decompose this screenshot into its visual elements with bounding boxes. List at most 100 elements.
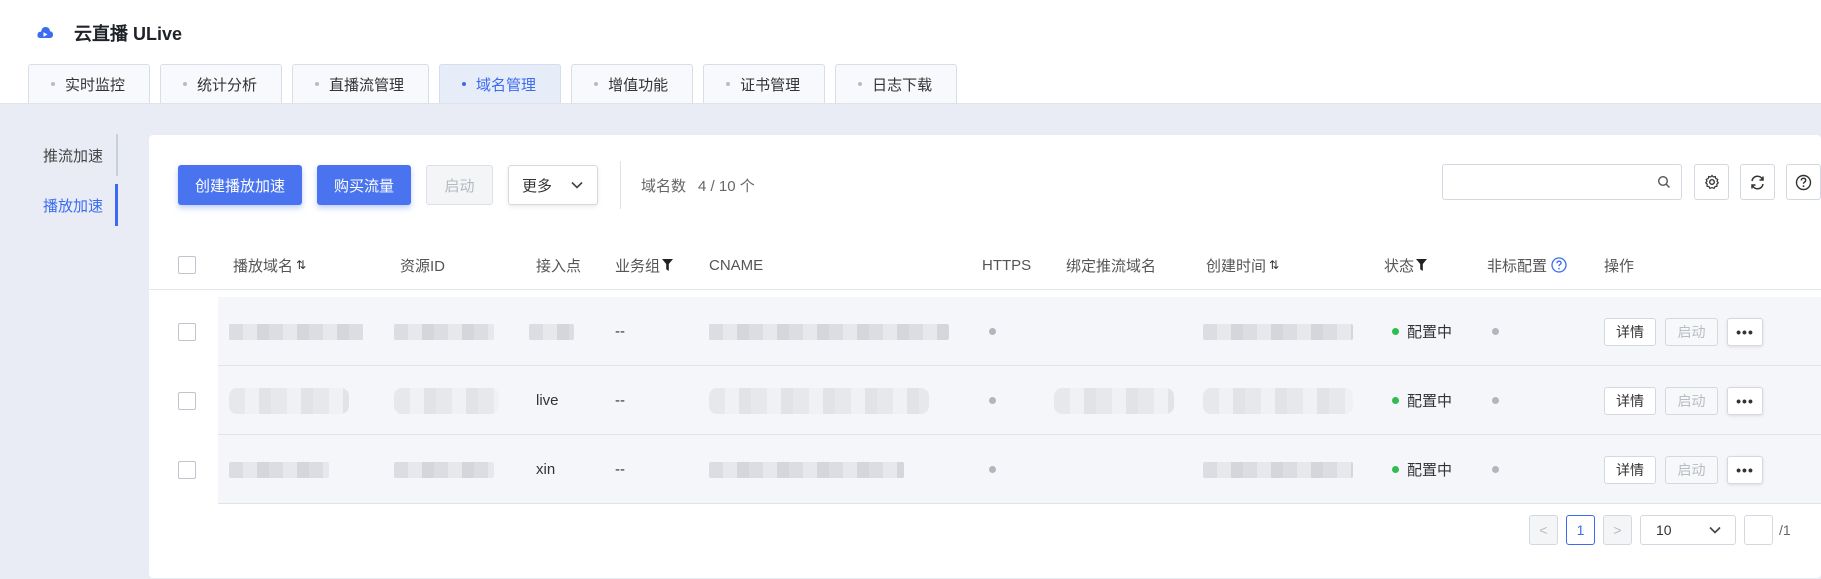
start-button[interactable]: 启动 [426, 165, 494, 205]
table-row: xin -- 配置中 详情 启动 ••• [149, 435, 1821, 504]
tab-dot [183, 82, 188, 86]
tab-label: 实时监控 [65, 76, 126, 94]
page-1-button[interactable]: 1 [1566, 515, 1595, 545]
create-play-acceleration-button[interactable]: 创建播放加速 [178, 165, 303, 205]
search-icon[interactable] [1657, 175, 1671, 189]
app-title: 云直播 ULive [36, 20, 182, 46]
filter-icon[interactable] [1416, 259, 1428, 271]
row-checkbox[interactable] [178, 322, 196, 341]
header-domain[interactable]: 播放域名 ⇅ [233, 240, 306, 290]
row-more-button[interactable]: ••• [1727, 455, 1763, 484]
tab-realtime-monitor[interactable]: 实时监控 [28, 64, 151, 103]
row-checkbox[interactable] [178, 391, 196, 410]
redacted-resource-id [394, 387, 499, 414]
cname-cell [709, 297, 949, 366]
redacted-resource-id [394, 323, 494, 340]
header-status[interactable]: 状态 [1384, 240, 1428, 290]
cname-cell [709, 366, 929, 435]
header-nonstandard-config: 非标配置 [1487, 240, 1567, 290]
cname-cell [709, 435, 904, 504]
chevron-down-icon [1709, 526, 1721, 534]
buy-traffic-button[interactable]: 购买流量 [317, 165, 412, 205]
group-cell: -- [615, 392, 625, 409]
tab-statistics[interactable]: 统计分析 [160, 64, 283, 103]
redacted-cname [709, 387, 929, 414]
tab-certificates[interactable]: 证书管理 [703, 64, 826, 103]
content-card: 创建播放加速 购买流量 启动 更多 域名数 4 / 10 个 播放域名 ⇅ 资源ID… [149, 135, 1821, 578]
help-circle-icon[interactable] [1551, 257, 1567, 273]
tab-dot [462, 82, 467, 86]
ops-cell: 详情 启动 ••• [1604, 435, 1763, 504]
prev-page-button[interactable]: < [1529, 515, 1558, 545]
detail-button[interactable]: 详情 [1604, 317, 1656, 346]
status-text: 配置中 [1407, 462, 1453, 479]
tab-log-download[interactable]: 日志下载 [835, 64, 958, 103]
select-all-cell [178, 240, 196, 290]
nonstd-cell [1492, 297, 1499, 366]
tab-domain-management[interactable]: 域名管理 [439, 64, 562, 103]
row-start-button[interactable]: 启动 [1665, 317, 1718, 346]
tab-label: 增值功能 [608, 76, 669, 94]
row-start-button[interactable]: 启动 [1665, 455, 1718, 484]
row-more-button[interactable]: ••• [1727, 386, 1763, 415]
page-size-select[interactable]: 10 [1640, 515, 1736, 545]
page-jump-input[interactable] [1744, 515, 1773, 545]
gear-icon [1704, 174, 1719, 190]
header-cname: CNAME [709, 256, 764, 274]
tab-dot [858, 82, 863, 86]
settings-button[interactable] [1694, 164, 1729, 200]
tab-label: 域名管理 [476, 76, 537, 94]
resource-id-cell [394, 366, 499, 435]
row-start-button[interactable]: 启动 [1665, 386, 1718, 415]
divider [620, 161, 622, 209]
row-checkbox-cell [178, 435, 196, 504]
row-checkbox-cell [178, 297, 196, 366]
ops-cell: 详情 启动 ••• [1604, 297, 1763, 366]
detail-button[interactable]: 详情 [1604, 386, 1656, 415]
detail-button[interactable]: 详情 [1604, 455, 1656, 484]
sidebar-item-play-acceleration[interactable]: 播放加速 [0, 184, 118, 226]
domain-cell [229, 366, 349, 435]
help-button[interactable] [1786, 164, 1821, 200]
more-dropdown[interactable]: 更多 [508, 165, 599, 205]
header-operations: 操作 [1604, 257, 1635, 275]
table-header: 播放域名 ⇅ 资源ID 接入点 业务组 CNAME HTTPS 绑定推流域名 创建… [149, 240, 1821, 290]
next-page-button[interactable]: > [1603, 515, 1632, 545]
status-cell: 配置中 [1392, 297, 1452, 366]
group-cell: -- [615, 323, 625, 340]
nonstd-indicator [1492, 328, 1499, 335]
resource-id-cell [394, 297, 494, 366]
header: 云直播 ULive 实时监控 统计分析 直播流管理 域名管理 增值功能 证书管理… [0, 0, 1821, 104]
status-dot [1392, 328, 1399, 335]
filter-icon[interactable] [662, 259, 674, 271]
header-domain-label: 播放域名 [233, 257, 294, 275]
https-indicator [989, 328, 996, 335]
row-more-button[interactable]: ••• [1727, 317, 1763, 346]
header-created-time[interactable]: 创建时间 ⇅ [1206, 240, 1279, 290]
question-circle-icon [1795, 174, 1812, 190]
sidebar-item-push-acceleration[interactable]: 推流加速 [0, 134, 118, 176]
main-tabs: 实时监控 统计分析 直播流管理 域名管理 增值功能 证书管理 日志下载 [28, 64, 967, 104]
header-https: HTTPS [982, 256, 1032, 274]
select-all-checkbox[interactable] [178, 256, 196, 274]
refresh-button[interactable] [1740, 164, 1775, 200]
sort-icon[interactable]: ⇅ [1269, 258, 1279, 272]
status-cell: 配置中 [1392, 366, 1452, 435]
redacted-created-time [1203, 323, 1353, 340]
tab-stream-management[interactable]: 直播流管理 [292, 64, 430, 103]
toolbar: 创建播放加速 购买流量 启动 更多 域名数 4 / 10 个 [178, 161, 755, 209]
row-checkbox[interactable] [178, 460, 196, 479]
table-row: -- 配置中 详情 启动 ••• [149, 297, 1821, 366]
redacted-domain [229, 323, 363, 340]
tab-value-added[interactable]: 增值功能 [571, 64, 694, 103]
https-cell [989, 297, 996, 366]
redacted-domain [229, 387, 349, 414]
search-input[interactable] [1443, 165, 1643, 199]
sort-icon[interactable]: ⇅ [296, 258, 306, 272]
access-cell: xin [536, 461, 556, 478]
tab-label: 证书管理 [740, 76, 801, 94]
status-text: 配置中 [1407, 324, 1453, 341]
domain-cell [229, 297, 363, 366]
access-cell: live [536, 392, 559, 409]
header-group[interactable]: 业务组 [615, 240, 674, 290]
